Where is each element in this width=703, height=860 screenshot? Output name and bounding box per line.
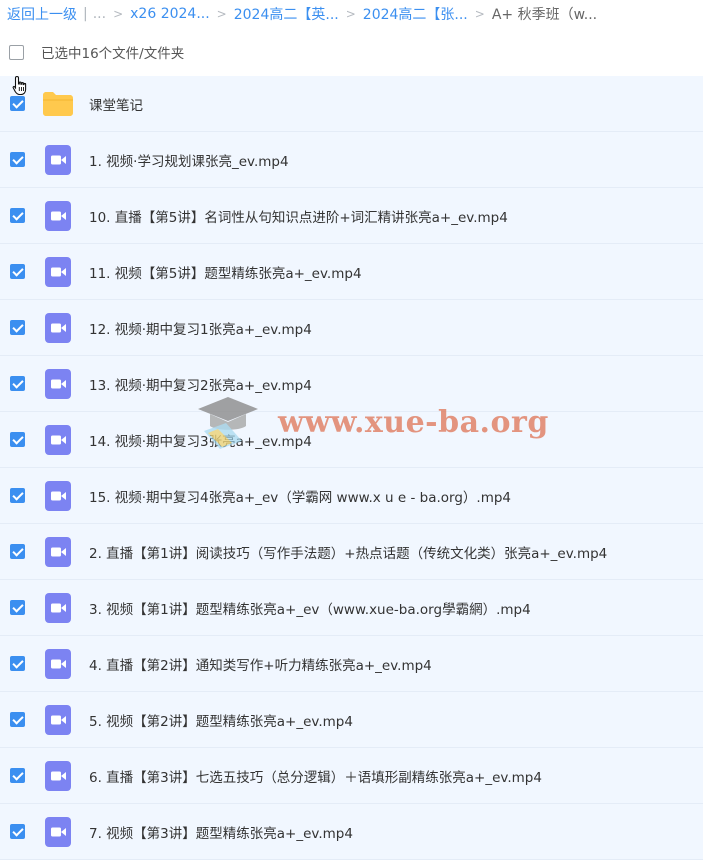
file-name[interactable]: 3. 视频【第1讲】题型精练张亮a+_ev（www.xue-ba.org學霸網）…	[89, 598, 531, 618]
file-row[interactable]: 7. 视频【第3讲】题型精练张亮a+_ev.mp4	[0, 804, 703, 860]
file-name[interactable]: 14. 视频·期中复习3张亮a+_ev.mp4	[89, 430, 312, 450]
row-checkbox[interactable]	[10, 488, 25, 503]
file-row[interactable]: 11. 视频【第5讲】题型精练张亮a+_ev.mp4	[0, 244, 703, 300]
video-file-icon	[42, 760, 74, 792]
video-file-icon	[42, 536, 74, 568]
select-all-checkbox[interactable]	[9, 44, 24, 60]
breadcrumb-separator: >	[345, 7, 356, 21]
row-checkbox[interactable]	[10, 96, 25, 111]
back-link[interactable]: 返回上一级	[7, 4, 77, 24]
folder-icon	[42, 88, 74, 120]
file-row[interactable]: 1. 视频·学习规划课张亮_ev.mp4	[0, 132, 703, 188]
video-file-icon	[42, 480, 74, 512]
video-file-icon	[42, 144, 74, 176]
file-row[interactable]: 4. 直播【第2讲】通知类写作+听力精练张亮a+_ev.mp4	[0, 636, 703, 692]
hand-cursor-icon	[12, 75, 27, 96]
row-checkbox[interactable]	[10, 376, 25, 391]
file-row[interactable]: 课堂笔记	[0, 76, 703, 132]
file-row[interactable]: 12. 视频·期中复习1张亮a+_ev.mp4	[0, 300, 703, 356]
file-row[interactable]: 15. 视频·期中复习4张亮a+_ev（学霸网 www.x u e - ba.o…	[0, 468, 703, 524]
row-checkbox[interactable]	[10, 600, 25, 615]
file-name[interactable]: 13. 视频·期中复习2张亮a+_ev.mp4	[89, 374, 312, 394]
file-name[interactable]: 7. 视频【第3讲】题型精练张亮a+_ev.mp4	[89, 822, 353, 842]
file-row[interactable]: 5. 视频【第2讲】题型精练张亮a+_ev.mp4	[0, 692, 703, 748]
row-checkbox[interactable]	[10, 824, 25, 839]
video-file-icon	[42, 200, 74, 232]
row-checkbox[interactable]	[10, 712, 25, 727]
file-name[interactable]: 4. 直播【第2讲】通知类写作+听力精练张亮a+_ev.mp4	[89, 654, 432, 674]
file-row[interactable]: 13. 视频·期中复习2张亮a+_ev.mp4	[0, 356, 703, 412]
file-name[interactable]: 课堂笔记	[89, 94, 143, 114]
video-file-icon	[42, 816, 74, 848]
video-file-icon	[42, 704, 74, 736]
selection-count: 已选中16个文件/文件夹	[41, 46, 185, 62]
video-file-icon	[42, 312, 74, 344]
video-file-icon	[42, 592, 74, 624]
row-checkbox[interactable]	[10, 768, 25, 783]
breadcrumb-separator: >	[113, 7, 124, 21]
breadcrumb-ellipsis[interactable]: ...	[93, 6, 106, 22]
file-name[interactable]: 1. 视频·学习规划课张亮_ev.mp4	[89, 150, 289, 170]
file-name[interactable]: 5. 视频【第2讲】题型精练张亮a+_ev.mp4	[89, 710, 353, 730]
row-checkbox[interactable]	[10, 432, 25, 447]
file-row[interactable]: 3. 视频【第1讲】题型精练张亮a+_ev（www.xue-ba.org學霸網）…	[0, 580, 703, 636]
file-name[interactable]: 12. 视频·期中复习1张亮a+_ev.mp4	[89, 318, 312, 338]
breadcrumb: 返回上一级 | ... > x26 2024... > 2024高二【英... …	[0, 0, 703, 28]
breadcrumb-separator: >	[216, 7, 227, 21]
file-name[interactable]: 6. 直播【第3讲】七选五技巧（总分逻辑）＋语填形副精练张亮a+_ev.mp4	[89, 766, 542, 786]
video-file-icon	[42, 256, 74, 288]
row-checkbox[interactable]	[10, 208, 25, 223]
row-checkbox[interactable]	[10, 264, 25, 279]
video-file-icon	[42, 648, 74, 680]
file-name[interactable]: 15. 视频·期中复习4张亮a+_ev（学霸网 www.x u e - ba.o…	[89, 486, 511, 506]
file-row[interactable]: 6. 直播【第3讲】七选五技巧（总分逻辑）＋语填形副精练张亮a+_ev.mp4	[0, 748, 703, 804]
breadcrumb-separator: >	[474, 7, 485, 21]
breadcrumb-item[interactable]: 2024高二【张...	[363, 4, 468, 24]
breadcrumb-item[interactable]: 2024高二【英...	[234, 4, 339, 24]
breadcrumb-current: A+ 秋季班（w...	[491, 7, 598, 23]
video-file-icon	[42, 368, 74, 400]
file-row[interactable]: 2. 直播【第1讲】阅读技巧（写作手法题）+热点话题（传统文化类）张亮a+_ev…	[0, 524, 703, 580]
row-checkbox[interactable]	[10, 320, 25, 335]
file-row[interactable]: 10. 直播【第5讲】名词性从句知识点进阶+词汇精讲张亮a+_ev.mp4	[0, 188, 703, 244]
file-row[interactable]: 14. 视频·期中复习3张亮a+_ev.mp4	[0, 412, 703, 468]
file-name[interactable]: 2. 直播【第1讲】阅读技巧（写作手法题）+热点话题（传统文化类）张亮a+_ev…	[89, 542, 607, 562]
row-checkbox[interactable]	[10, 544, 25, 559]
file-list: 课堂笔记 1. 视频·学习规划课张亮_ev.mp4 10. 直播【第5讲】名词性从句…	[0, 76, 703, 860]
video-file-icon	[42, 424, 74, 456]
file-name[interactable]: 10. 直播【第5讲】名词性从句知识点进阶+词汇精讲张亮a+_ev.mp4	[89, 206, 508, 226]
row-checkbox[interactable]	[10, 152, 25, 167]
breadcrumb-item[interactable]: x26 2024...	[130, 6, 210, 22]
selection-bar: 已选中16个文件/文件夹	[0, 28, 703, 96]
row-checkbox[interactable]	[10, 656, 25, 671]
file-name[interactable]: 11. 视频【第5讲】题型精练张亮a+_ev.mp4	[89, 262, 362, 282]
breadcrumb-divider: |	[83, 6, 88, 22]
